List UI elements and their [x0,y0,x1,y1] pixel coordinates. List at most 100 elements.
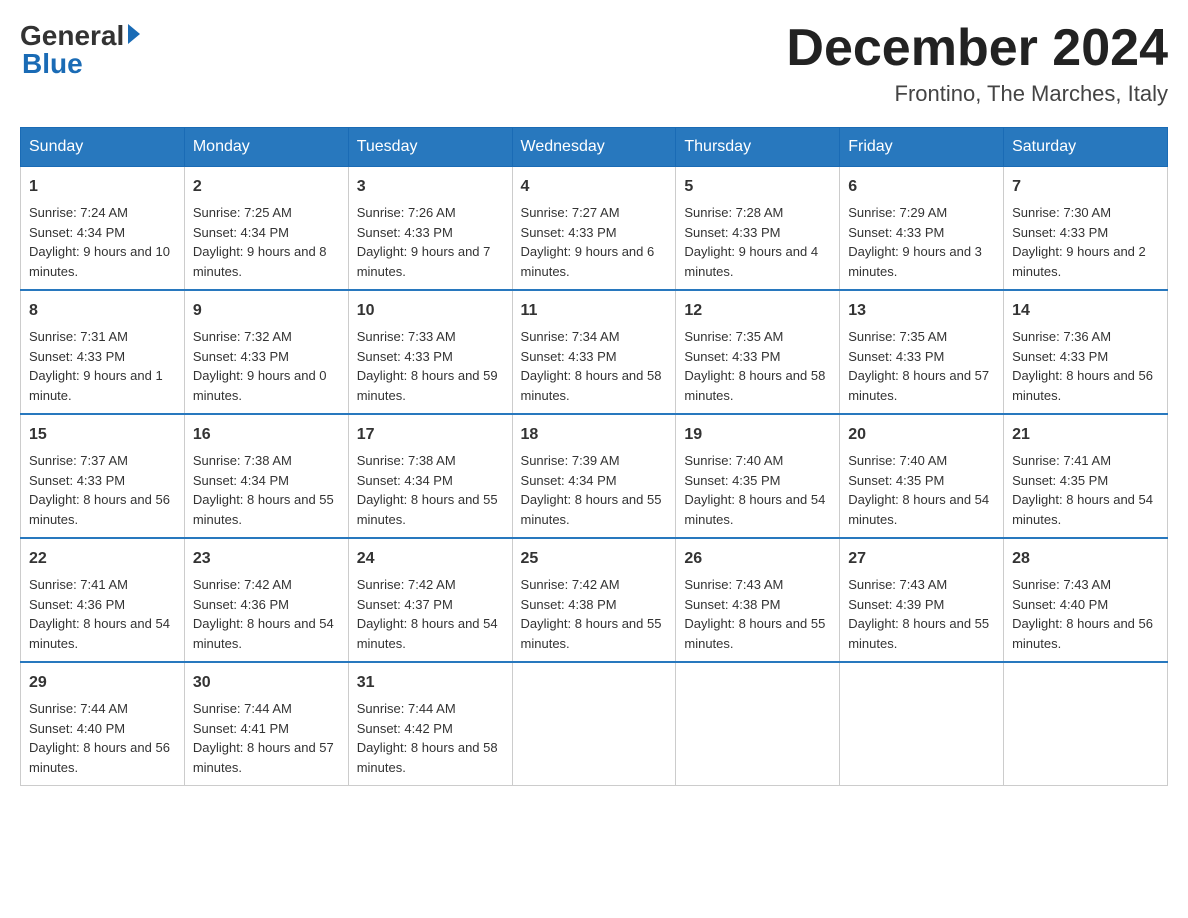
daylight-label: Daylight: 8 hours and 55 minutes. [193,492,334,527]
calendar-cell: 5 Sunrise: 7:28 AM Sunset: 4:33 PM Dayli… [676,167,840,291]
sunrise-label: Sunrise: 7:24 AM [29,205,128,220]
day-number: 9 [193,299,340,323]
sunset-label: Sunset: 4:34 PM [193,473,289,488]
day-number: 25 [521,547,668,571]
sunrise-label: Sunrise: 7:43 AM [848,577,947,592]
sunrise-label: Sunrise: 7:34 AM [521,329,620,344]
day-number: 26 [684,547,831,571]
calendar-cell: 3 Sunrise: 7:26 AM Sunset: 4:33 PM Dayli… [348,167,512,291]
sunset-label: Sunset: 4:33 PM [29,349,125,364]
sunset-label: Sunset: 4:35 PM [848,473,944,488]
daylight-label: Daylight: 8 hours and 58 minutes. [684,368,825,403]
calendar-cell: 20 Sunrise: 7:40 AM Sunset: 4:35 PM Dayl… [840,414,1004,538]
daylight-label: Daylight: 8 hours and 54 minutes. [193,616,334,651]
calendar-cell: 31 Sunrise: 7:44 AM Sunset: 4:42 PM Dayl… [348,662,512,786]
calendar-cell [840,662,1004,786]
daylight-label: Daylight: 8 hours and 56 minutes. [29,492,170,527]
sunset-label: Sunset: 4:42 PM [357,721,453,736]
sunrise-label: Sunrise: 7:42 AM [521,577,620,592]
day-number: 12 [684,299,831,323]
sunset-label: Sunset: 4:33 PM [29,473,125,488]
calendar-cell: 16 Sunrise: 7:38 AM Sunset: 4:34 PM Dayl… [184,414,348,538]
calendar-cell: 11 Sunrise: 7:34 AM Sunset: 4:33 PM Dayl… [512,290,676,414]
day-number: 21 [1012,423,1159,447]
sunset-label: Sunset: 4:38 PM [521,597,617,612]
daylight-label: Daylight: 9 hours and 1 minute. [29,368,163,403]
sunrise-label: Sunrise: 7:31 AM [29,329,128,344]
sunrise-label: Sunrise: 7:44 AM [357,701,456,716]
sunrise-label: Sunrise: 7:43 AM [684,577,783,592]
calendar-cell: 21 Sunrise: 7:41 AM Sunset: 4:35 PM Dayl… [1004,414,1168,538]
calendar-cell: 30 Sunrise: 7:44 AM Sunset: 4:41 PM Dayl… [184,662,348,786]
sunrise-label: Sunrise: 7:33 AM [357,329,456,344]
calendar-cell [1004,662,1168,786]
daylight-label: Daylight: 8 hours and 59 minutes. [357,368,498,403]
calendar-cell: 25 Sunrise: 7:42 AM Sunset: 4:38 PM Dayl… [512,538,676,662]
header-wednesday: Wednesday [512,128,676,167]
calendar-cell: 14 Sunrise: 7:36 AM Sunset: 4:33 PM Dayl… [1004,290,1168,414]
calendar-cell: 9 Sunrise: 7:32 AM Sunset: 4:33 PM Dayli… [184,290,348,414]
day-number: 17 [357,423,504,447]
sunset-label: Sunset: 4:33 PM [848,349,944,364]
sunset-label: Sunset: 4:35 PM [1012,473,1108,488]
day-number: 13 [848,299,995,323]
day-number: 2 [193,175,340,199]
sunrise-label: Sunrise: 7:27 AM [521,205,620,220]
daylight-label: Daylight: 8 hours and 56 minutes. [1012,616,1153,651]
sunset-label: Sunset: 4:34 PM [193,225,289,240]
day-number: 29 [29,671,176,695]
sunrise-label: Sunrise: 7:39 AM [521,453,620,468]
sunset-label: Sunset: 4:41 PM [193,721,289,736]
sunrise-label: Sunrise: 7:35 AM [848,329,947,344]
day-number: 28 [1012,547,1159,571]
day-number: 1 [29,175,176,199]
header-thursday: Thursday [676,128,840,167]
day-number: 23 [193,547,340,571]
day-number: 7 [1012,175,1159,199]
day-number: 8 [29,299,176,323]
day-number: 11 [521,299,668,323]
sunrise-label: Sunrise: 7:26 AM [357,205,456,220]
calendar-week-3: 15 Sunrise: 7:37 AM Sunset: 4:33 PM Dayl… [21,414,1168,538]
day-number: 5 [684,175,831,199]
day-number: 31 [357,671,504,695]
sunset-label: Sunset: 4:38 PM [684,597,780,612]
day-number: 19 [684,423,831,447]
calendar-cell: 29 Sunrise: 7:44 AM Sunset: 4:40 PM Dayl… [21,662,185,786]
sunrise-label: Sunrise: 7:40 AM [684,453,783,468]
sunset-label: Sunset: 4:33 PM [521,225,617,240]
header-tuesday: Tuesday [348,128,512,167]
daylight-label: Daylight: 8 hours and 56 minutes. [1012,368,1153,403]
calendar-week-4: 22 Sunrise: 7:41 AM Sunset: 4:36 PM Dayl… [21,538,1168,662]
sunset-label: Sunset: 4:37 PM [357,597,453,612]
sunset-label: Sunset: 4:33 PM [1012,349,1108,364]
calendar-cell: 15 Sunrise: 7:37 AM Sunset: 4:33 PM Dayl… [21,414,185,538]
sunrise-label: Sunrise: 7:35 AM [684,329,783,344]
sunrise-label: Sunrise: 7:28 AM [684,205,783,220]
location-title: Frontino, The Marches, Italy [786,81,1168,107]
calendar-week-2: 8 Sunrise: 7:31 AM Sunset: 4:33 PM Dayli… [21,290,1168,414]
page-header: General Blue December 2024 Frontino, The… [20,20,1168,107]
calendar-cell: 4 Sunrise: 7:27 AM Sunset: 4:33 PM Dayli… [512,167,676,291]
day-number: 24 [357,547,504,571]
sunrise-label: Sunrise: 7:44 AM [193,701,292,716]
calendar-cell: 7 Sunrise: 7:30 AM Sunset: 4:33 PM Dayli… [1004,167,1168,291]
daylight-label: Daylight: 8 hours and 58 minutes. [521,368,662,403]
daylight-label: Daylight: 8 hours and 55 minutes. [521,616,662,651]
sunrise-label: Sunrise: 7:38 AM [193,453,292,468]
calendar-cell: 28 Sunrise: 7:43 AM Sunset: 4:40 PM Dayl… [1004,538,1168,662]
title-block: December 2024 Frontino, The Marches, Ita… [786,20,1168,107]
sunrise-label: Sunrise: 7:42 AM [357,577,456,592]
daylight-label: Daylight: 9 hours and 0 minutes. [193,368,327,403]
calendar-cell: 8 Sunrise: 7:31 AM Sunset: 4:33 PM Dayli… [21,290,185,414]
calendar-cell: 18 Sunrise: 7:39 AM Sunset: 4:34 PM Dayl… [512,414,676,538]
day-number: 14 [1012,299,1159,323]
sunrise-label: Sunrise: 7:41 AM [1012,453,1111,468]
sunset-label: Sunset: 4:33 PM [193,349,289,364]
calendar-cell: 22 Sunrise: 7:41 AM Sunset: 4:36 PM Dayl… [21,538,185,662]
sunset-label: Sunset: 4:40 PM [1012,597,1108,612]
calendar-cell: 1 Sunrise: 7:24 AM Sunset: 4:34 PM Dayli… [21,167,185,291]
daylight-label: Daylight: 8 hours and 54 minutes. [684,492,825,527]
calendar-cell: 13 Sunrise: 7:35 AM Sunset: 4:33 PM Dayl… [840,290,1004,414]
sunset-label: Sunset: 4:33 PM [357,225,453,240]
